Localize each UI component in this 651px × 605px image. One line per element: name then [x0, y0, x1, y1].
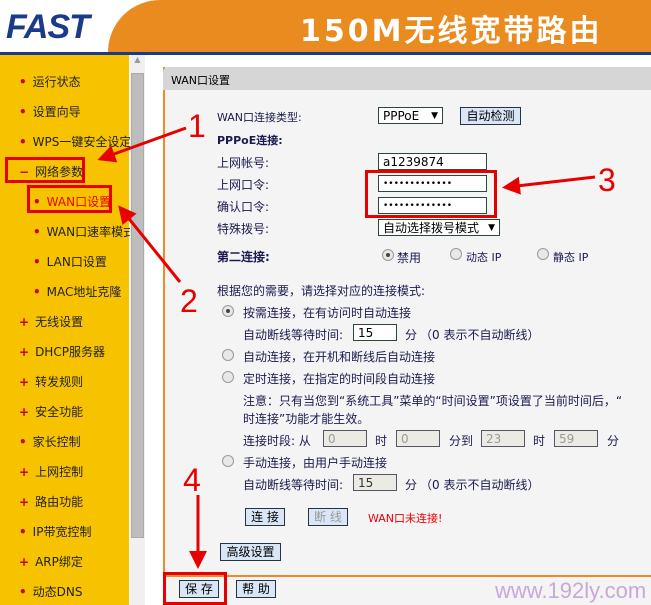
- annotation-arrows: [97, 126, 596, 569]
- arrow-2-icon: [118, 205, 182, 283]
- arrow-1-icon: [97, 126, 187, 163]
- arrow-3-icon: [502, 175, 596, 195]
